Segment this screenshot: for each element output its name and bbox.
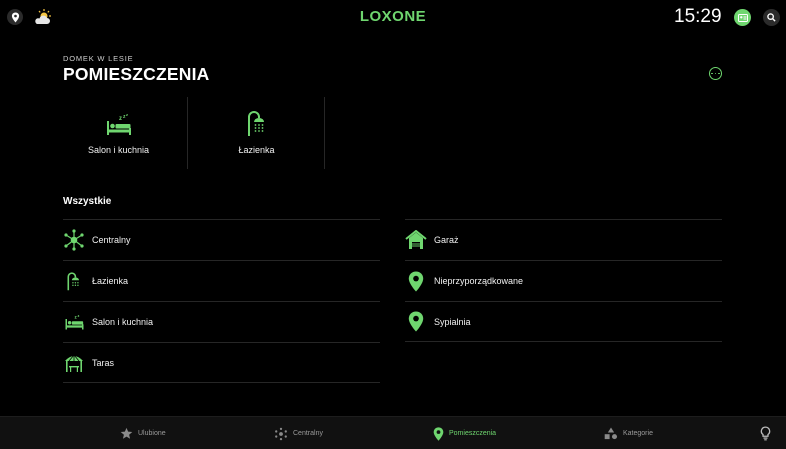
nav-ulubione[interactable]: Ulubione — [120, 417, 166, 449]
favorite-tile-label: Łazienka — [238, 145, 275, 155]
favorite-tile-salon[interactable]: z z z Salon i kuchnia — [50, 97, 187, 169]
gazebo-icon — [63, 352, 85, 374]
bed-icon: z z — [63, 311, 85, 333]
top-bar: LOXONE 15:29 — [0, 0, 786, 34]
list-item-label: Taras — [92, 357, 115, 368]
user-badge-button[interactable] — [734, 9, 751, 26]
dot — [711, 72, 714, 75]
list-item-label: Łazienka — [92, 276, 129, 286]
search-button[interactable] — [763, 9, 780, 26]
list-item[interactable]: Nieprzyporządkowane — [405, 260, 722, 301]
list-item-label: Salon i kuchnia — [92, 317, 154, 327]
map-pin-icon — [405, 311, 427, 333]
dot — [714, 72, 717, 75]
clock: 15:29 — [674, 6, 722, 27]
svg-text:z: z — [77, 314, 79, 318]
nav-centralny[interactable]: Centralny — [274, 417, 323, 449]
room-list-left: Centralny Łazienka z z Salon i kuchnia T… — [63, 219, 380, 383]
star-icon — [120, 427, 133, 439]
nav-label: Kategorie — [623, 430, 653, 437]
list-item-label: Nieprzyporządkowane — [434, 276, 524, 286]
shower-icon — [246, 107, 268, 137]
favorite-tile-label: Salon i kuchnia — [87, 145, 150, 155]
list-item-label: Centralny — [92, 235, 131, 245]
list-item[interactable]: z z Salon i kuchnia — [63, 301, 380, 342]
nav-label: Ulubione — [138, 430, 166, 437]
favorite-tile-lazienka[interactable]: Łazienka — [188, 97, 325, 169]
divider — [324, 97, 325, 169]
house-icon — [405, 229, 427, 251]
central-hub-icon — [275, 427, 287, 440]
brand-logo: LOXONE — [359, 8, 427, 25]
user-badge-icon — [737, 13, 748, 22]
categories-icon — [604, 427, 618, 440]
list-item[interactable]: Centralny — [63, 219, 380, 260]
section-title: Wszystkie — [63, 196, 112, 207]
list-item-label: Garaż — [434, 235, 459, 245]
lightbulb-button[interactable] — [760, 426, 771, 446]
room-list-right: Garaż Nieprzyporządkowane Sypialnia — [405, 219, 722, 342]
list-item[interactable]: Łazienka — [63, 260, 380, 301]
bed-icon: z z z — [105, 107, 133, 137]
svg-text:z: z — [119, 116, 122, 122]
list-item[interactable]: Taras — [63, 342, 380, 383]
nav-label: Centralny — [293, 430, 323, 437]
lightbulb-icon — [760, 426, 771, 441]
list-item[interactable]: Garaż — [405, 219, 722, 260]
search-icon — [767, 13, 776, 22]
svg-text:z: z — [126, 113, 128, 117]
dot — [717, 72, 720, 75]
more-options-button[interactable] — [709, 67, 722, 80]
shower-icon — [63, 270, 85, 292]
nav-pomieszczenia[interactable]: Pomieszczenia — [433, 417, 496, 449]
map-pin-icon — [433, 426, 444, 441]
page-title: POMIESZCZENIA — [63, 64, 210, 84]
nav-label: Pomieszczenia — [449, 430, 497, 437]
list-item-label: Sypialnia — [434, 316, 471, 327]
bottom-nav: Ulubione Centralny Pomieszczenia Kategor… — [0, 416, 786, 449]
nav-kategorie[interactable]: Kategorie — [604, 417, 653, 449]
list-item[interactable]: Sypialnia — [405, 301, 722, 342]
location-subtitle: DOMEK W LESIE — [63, 54, 134, 63]
central-hub-icon — [63, 229, 85, 251]
map-pin-icon — [405, 270, 427, 292]
